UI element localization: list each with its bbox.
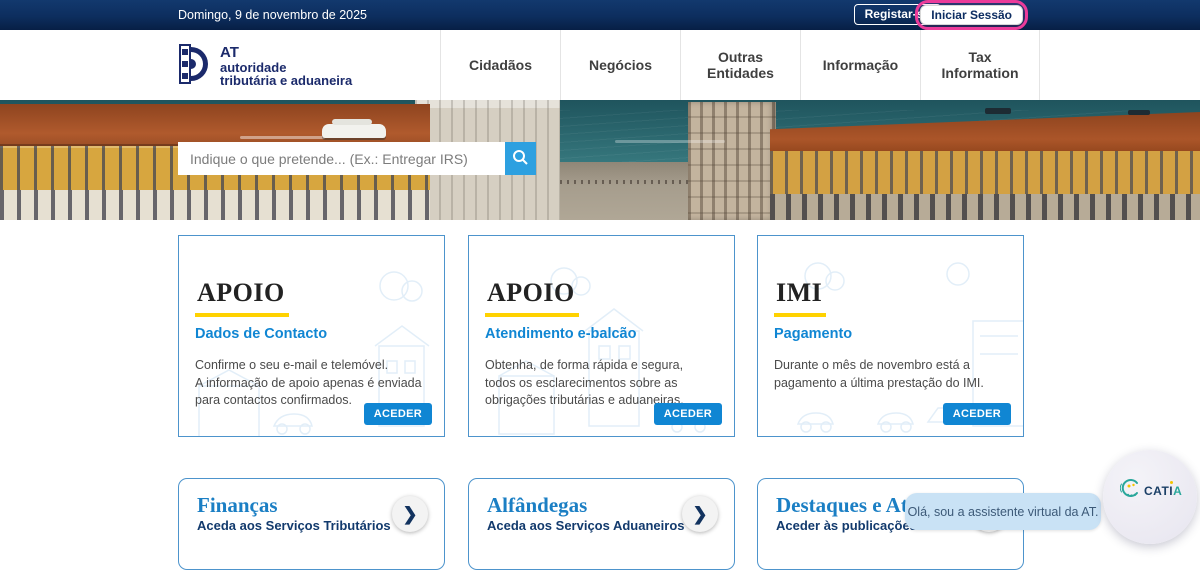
card-title: IMI	[774, 280, 827, 317]
card-body: Confirme o seu e-mail e telemóvel. A inf…	[195, 358, 422, 407]
catia-logo: CATIA	[1119, 477, 1182, 504]
hero-banner	[0, 100, 1200, 220]
card-subtitle: Atendimento e-balcão	[485, 326, 637, 342]
search-icon	[512, 149, 529, 169]
quicklink-subtitle: Aceda aos Serviços Tributários	[197, 518, 391, 534]
search-button[interactable]	[505, 142, 536, 175]
card-body: Obtenha, de forma rápida e segura, todos…	[485, 358, 684, 407]
nav-item-outras-entidades[interactable]: Outras Entidades	[680, 30, 800, 100]
card-title: APOIO	[195, 280, 289, 317]
top-bar: Domingo, 9 de novembro de 2025 Registar-…	[0, 0, 1200, 30]
quicklink-financas[interactable]: Finanças Aceda aos Serviços Tributários …	[178, 478, 445, 570]
current-date: Domingo, 9 de novembro de 2025	[178, 8, 368, 22]
quicklink-alfandegas[interactable]: Alfândegas Aceda aos Serviços Aduaneiros…	[468, 478, 735, 570]
catia-icon	[1119, 477, 1142, 504]
at-logo-mark-icon	[178, 43, 212, 90]
card-subtitle: Pagamento	[774, 326, 853, 342]
chevron-right-icon[interactable]: ❯	[682, 496, 718, 532]
chat-greeting-text: Olá, sou a assistente virtual da AT.	[907, 504, 1099, 519]
card-imi-pagamento: IMI Pagamento Durante o mês de novembro …	[757, 235, 1024, 437]
hero-boat	[1128, 110, 1150, 115]
main-nav: Cidadãos Negócios Outras Entidades Infor…	[440, 30, 1040, 100]
search-input[interactable]	[178, 142, 505, 175]
hero-boat	[985, 108, 1011, 114]
card-apoio-ebalcao: APOIO Atendimento e-balcão Obtenha, de f…	[468, 235, 735, 437]
at-logo[interactable]: AT autoridade tributária e aduaneira	[178, 43, 352, 90]
hero-tower	[688, 102, 776, 220]
annotation-highlight: Iniciar Sessão	[915, 0, 1028, 30]
login-button[interactable]: Iniciar Sessão	[920, 5, 1023, 25]
site-header: AT autoridade tributária e aduaneira Cid…	[0, 30, 1200, 100]
aceder-button[interactable]: ACEDER	[653, 403, 722, 425]
card-subtitle: Dados de Contacto	[195, 326, 328, 342]
nav-item-informacao[interactable]: Informação	[800, 30, 920, 100]
hero-ferry	[322, 119, 386, 138]
card-title: APOIO	[485, 280, 579, 317]
aceder-button[interactable]: ACEDER	[363, 403, 432, 425]
card-apoio-dados-contacto: APOIO Dados de Contacto Confirme o seu e…	[178, 235, 445, 437]
aceder-button[interactable]: ACEDER	[942, 403, 1011, 425]
hero-building-right	[770, 112, 1200, 220]
chat-greeting-bubble: Olá, sou a assistente virtual da AT.	[905, 493, 1101, 530]
nav-item-negocios[interactable]: Negócios	[560, 30, 680, 100]
chevron-right-icon[interactable]: ❯	[392, 496, 428, 532]
at-logo-text: AT autoridade tributária e aduaneira	[220, 43, 353, 89]
nav-item-tax-information[interactable]: Tax Information	[920, 30, 1040, 100]
catia-assistant-button[interactable]: CATIA	[1103, 450, 1197, 544]
nav-item-cidadaos[interactable]: Cidadãos	[440, 30, 560, 100]
card-body: Durante o mês de novembro está a pagamen…	[774, 358, 984, 390]
quicklink-subtitle: Aceda aos Serviços Aduaneiros	[487, 518, 685, 534]
